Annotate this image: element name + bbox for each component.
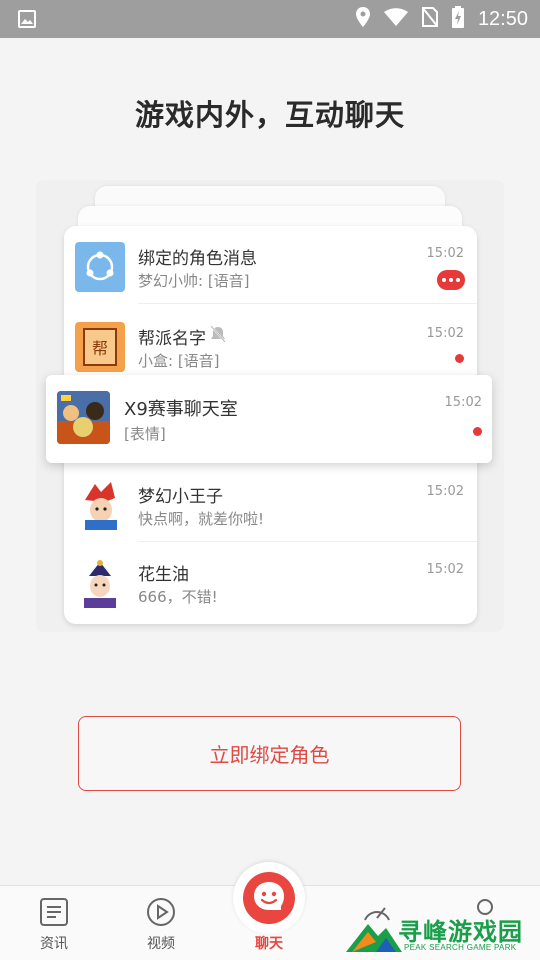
mountain-logo-icon [346,924,402,952]
chat-name: 梦幻小王子 [138,487,223,507]
event-avatar [57,391,110,444]
bind-role-button[interactable]: 立即绑定角色 [78,716,461,791]
unread-dot [455,354,464,363]
watermark-logo: 寻峰游戏园 PEAK SEARCH GAME PARK [346,912,540,960]
chat-time: 15:02 [426,484,464,499]
chat-preview: 梦幻小帅: [语音] [138,272,250,290]
chat-list-item[interactable]: 帮 帮派名字 小盒: [语音] 15:02 [64,306,477,384]
watermark-title: 寻峰游戏园 [398,918,523,946]
chat-time: 15:02 [444,395,482,410]
page-title: 游戏内外，互动聊天 [134,98,405,132]
news-icon [38,896,70,928]
unread-dot [473,427,482,436]
status-bar: 12:50 [0,0,540,38]
chat-name: X9赛事聊天室 [124,399,238,420]
watermark-subtitle: PEAK SEARCH GAME PARK [404,943,517,952]
clock: 12:50 [477,7,528,30]
chat-time: 15:02 [426,326,464,341]
chat-preview: 小盒: [语音] [138,352,220,370]
chat-preview: [表情] [124,425,166,443]
chat-preview: 666，不错! [138,588,218,606]
tab-video[interactable]: 视频 [121,886,201,960]
mute-bell-icon [210,325,226,347]
featured-chat-item[interactable]: X9赛事聊天室 [表情] 15:02 [46,375,492,463]
chat-icon [243,872,295,924]
tab-label: 聊天 [255,936,283,952]
chat-tab-circle [233,862,305,934]
tab-chat[interactable]: 聊天 [230,858,308,960]
location-icon [355,7,370,31]
chat-preview: 快点啊，就差你啦! [138,510,265,528]
chat-name: 花生油 [138,565,189,585]
battery-charging-icon [451,6,464,32]
chat-list-item[interactable]: 绑定的角色消息 梦幻小帅: [语音] 15:02 [64,226,477,304]
chat-time: 15:02 [426,562,464,577]
character-avatar [75,558,125,608]
play-icon [145,896,177,928]
tab-label: 视频 [147,936,175,952]
chat-list-item[interactable]: 梦幻小王子 快点啊，就差你啦! 15:02 [64,464,477,542]
no-sim-icon [421,6,439,31]
image-icon [18,10,36,32]
tab-label: 资讯 [40,936,68,952]
wifi-icon [383,8,408,30]
guild-badge-text: 帮 [83,328,117,366]
divider [138,303,477,304]
guild-icon: 帮 [75,322,125,372]
more-badge-icon [437,270,465,290]
character-avatar [75,480,125,530]
share-icon [75,242,125,292]
tab-news[interactable]: 资讯 [14,886,94,960]
chat-name: 绑定的角色消息 [138,249,257,269]
chat-time: 15:02 [426,246,464,261]
chat-list-item[interactable]: 花生油 666，不错! 15:02 [64,542,477,620]
chat-name: 帮派名字 [138,329,206,349]
